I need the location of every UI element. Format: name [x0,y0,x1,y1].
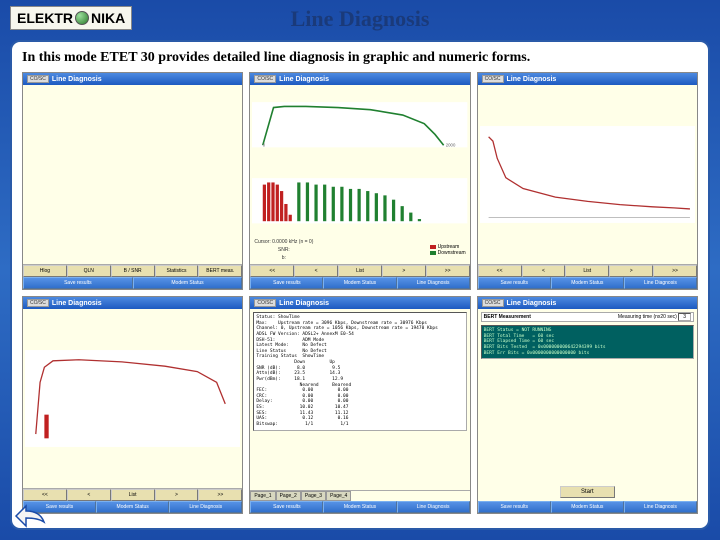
corner-label: CO/SC [27,75,49,83]
nav-list[interactable]: List [565,265,609,277]
corner-label: CO/SC [254,75,276,83]
bits-chart [252,163,467,239]
bert-text: BERT Status = NOT RUNNING BERT Total Tim… [481,325,694,359]
window-title: Line Diagnosis [279,76,329,83]
line-diagnosis-button[interactable]: Line Diagnosis [624,277,697,289]
page-title: Line Diagnosis [291,6,430,32]
line-diagnosis-button[interactable]: Line Diagnosis [169,501,242,513]
page-4[interactable]: Page_4 [326,491,351,501]
save-results-button[interactable]: Save results [250,501,323,513]
nav-first[interactable]: << [478,265,522,277]
save-results-button[interactable]: Save results [23,277,133,289]
line-diagnosis-button[interactable]: Line Diagnosis [397,501,470,513]
screen-statistics: CO/SC Line Diagnosis Status: ShowTime Ma… [249,296,470,514]
nav-prev[interactable]: < [294,265,338,277]
nav-toolbar: << < List > >> [250,264,469,277]
screen-bert: CO/SC Line Diagnosis BERT Measurement Me… [477,296,698,514]
tab-hlog[interactable]: Hlog [23,265,67,277]
tab-bert[interactable]: BERT meas. [198,265,242,277]
mode-tabs: Hlog QLN B / SNR Statistics BERT meas. [23,264,242,277]
line-diagnosis-button[interactable]: Line Diagnosis [624,501,697,513]
tab-statistics[interactable]: Statistics [155,265,199,277]
nav-last[interactable]: >> [426,265,470,277]
save-results-button[interactable]: Save results [250,277,323,289]
qln-chart [480,87,695,262]
window-title: Line Diagnosis [507,300,557,307]
tab-bsnr[interactable]: B / SNR [111,265,155,277]
bsnr-b: b: [254,254,313,262]
globe-icon [75,11,89,25]
modem-status-button[interactable]: Modem Status [551,501,624,513]
nav-first[interactable]: << [250,265,294,277]
page-3[interactable]: Page_3 [301,491,326,501]
screen-tabs: CO/SC Line Diagnosis Hlog QLN B / SNR St… [22,72,243,290]
snr-chart: 0 2000 [252,87,467,163]
nav-prev[interactable]: < [67,489,111,501]
corner-label: CO/SC [482,75,504,83]
screen-hlog: CO/SC Line Diagnosis Cursor: 0.0000 kHz … [22,296,243,514]
modem-status-button[interactable]: Modem Status [323,501,396,513]
corner-label: CO/SC [482,299,504,307]
bert-time-value[interactable]: 3 [678,313,691,321]
intro-text: In this mode ETET 30 provides detailed l… [22,50,698,66]
bsnr-snr: SNR: [254,246,313,254]
nav-last[interactable]: >> [653,265,697,277]
nav-next[interactable]: > [609,265,653,277]
page-2[interactable]: Page_2 [276,491,301,501]
back-arrow-icon[interactable] [14,504,46,528]
nav-last[interactable]: >> [198,489,242,501]
corner-label: CO/SC [27,299,49,307]
modem-status-button[interactable]: Modem Status [133,277,243,289]
main-panel: In this mode ETET 30 provides detailed l… [10,40,710,530]
tab-qln[interactable]: QLN [67,265,111,277]
nav-first[interactable]: << [23,489,67,501]
modem-status-button[interactable]: Modem Status [323,277,396,289]
line-diagnosis-button[interactable]: Line Diagnosis [397,277,470,289]
save-results-button[interactable]: Save results [478,501,551,513]
bert-header: BERT Measurement [484,314,531,320]
brand-badge: ELEKTR NIKA [10,6,132,30]
hlog-chart [25,311,240,486]
screenshots-grid: CO/SC Line Diagnosis Hlog QLN B / SNR St… [22,72,698,514]
nav-next[interactable]: > [382,265,426,277]
legend-downstream: Downstream [430,250,466,256]
window-title: Line Diagnosis [507,76,557,83]
brand-part2: NIKA [91,10,125,26]
nav-prev[interactable]: < [522,265,566,277]
svg-text:2000: 2000 [446,142,456,147]
nav-next[interactable]: > [155,489,199,501]
screen-bsnr: CO/SC Line Diagnosis 0 2000 [249,72,470,290]
brand-part1: ELEKTR [17,10,73,26]
bsnr-cursor: Cursor: 0.0000 kHz (n = 0) [254,238,313,246]
window-title: Line Diagnosis [52,300,102,307]
window-title: Line Diagnosis [52,76,102,83]
save-results-button[interactable]: Save results [478,277,551,289]
page-1[interactable]: Page_1 [250,491,275,501]
modem-status-button[interactable]: Modem Status [96,501,169,513]
screen-qln: CO/SC Line Diagnosis Cursor: 0.0000 kHz … [477,72,698,290]
modem-status-button[interactable]: Modem Status [551,277,624,289]
nav-list[interactable]: List [111,489,155,501]
corner-label: CO/SC [254,299,276,307]
start-button[interactable]: Start [560,486,615,498]
window-title: Line Diagnosis [279,300,329,307]
nav-list[interactable]: List [338,265,382,277]
bert-time-label: Measuring time (nx20 sec) [618,314,677,320]
statistics-text: Status: ShowTime Max: Upstream rate = 30… [253,312,466,431]
